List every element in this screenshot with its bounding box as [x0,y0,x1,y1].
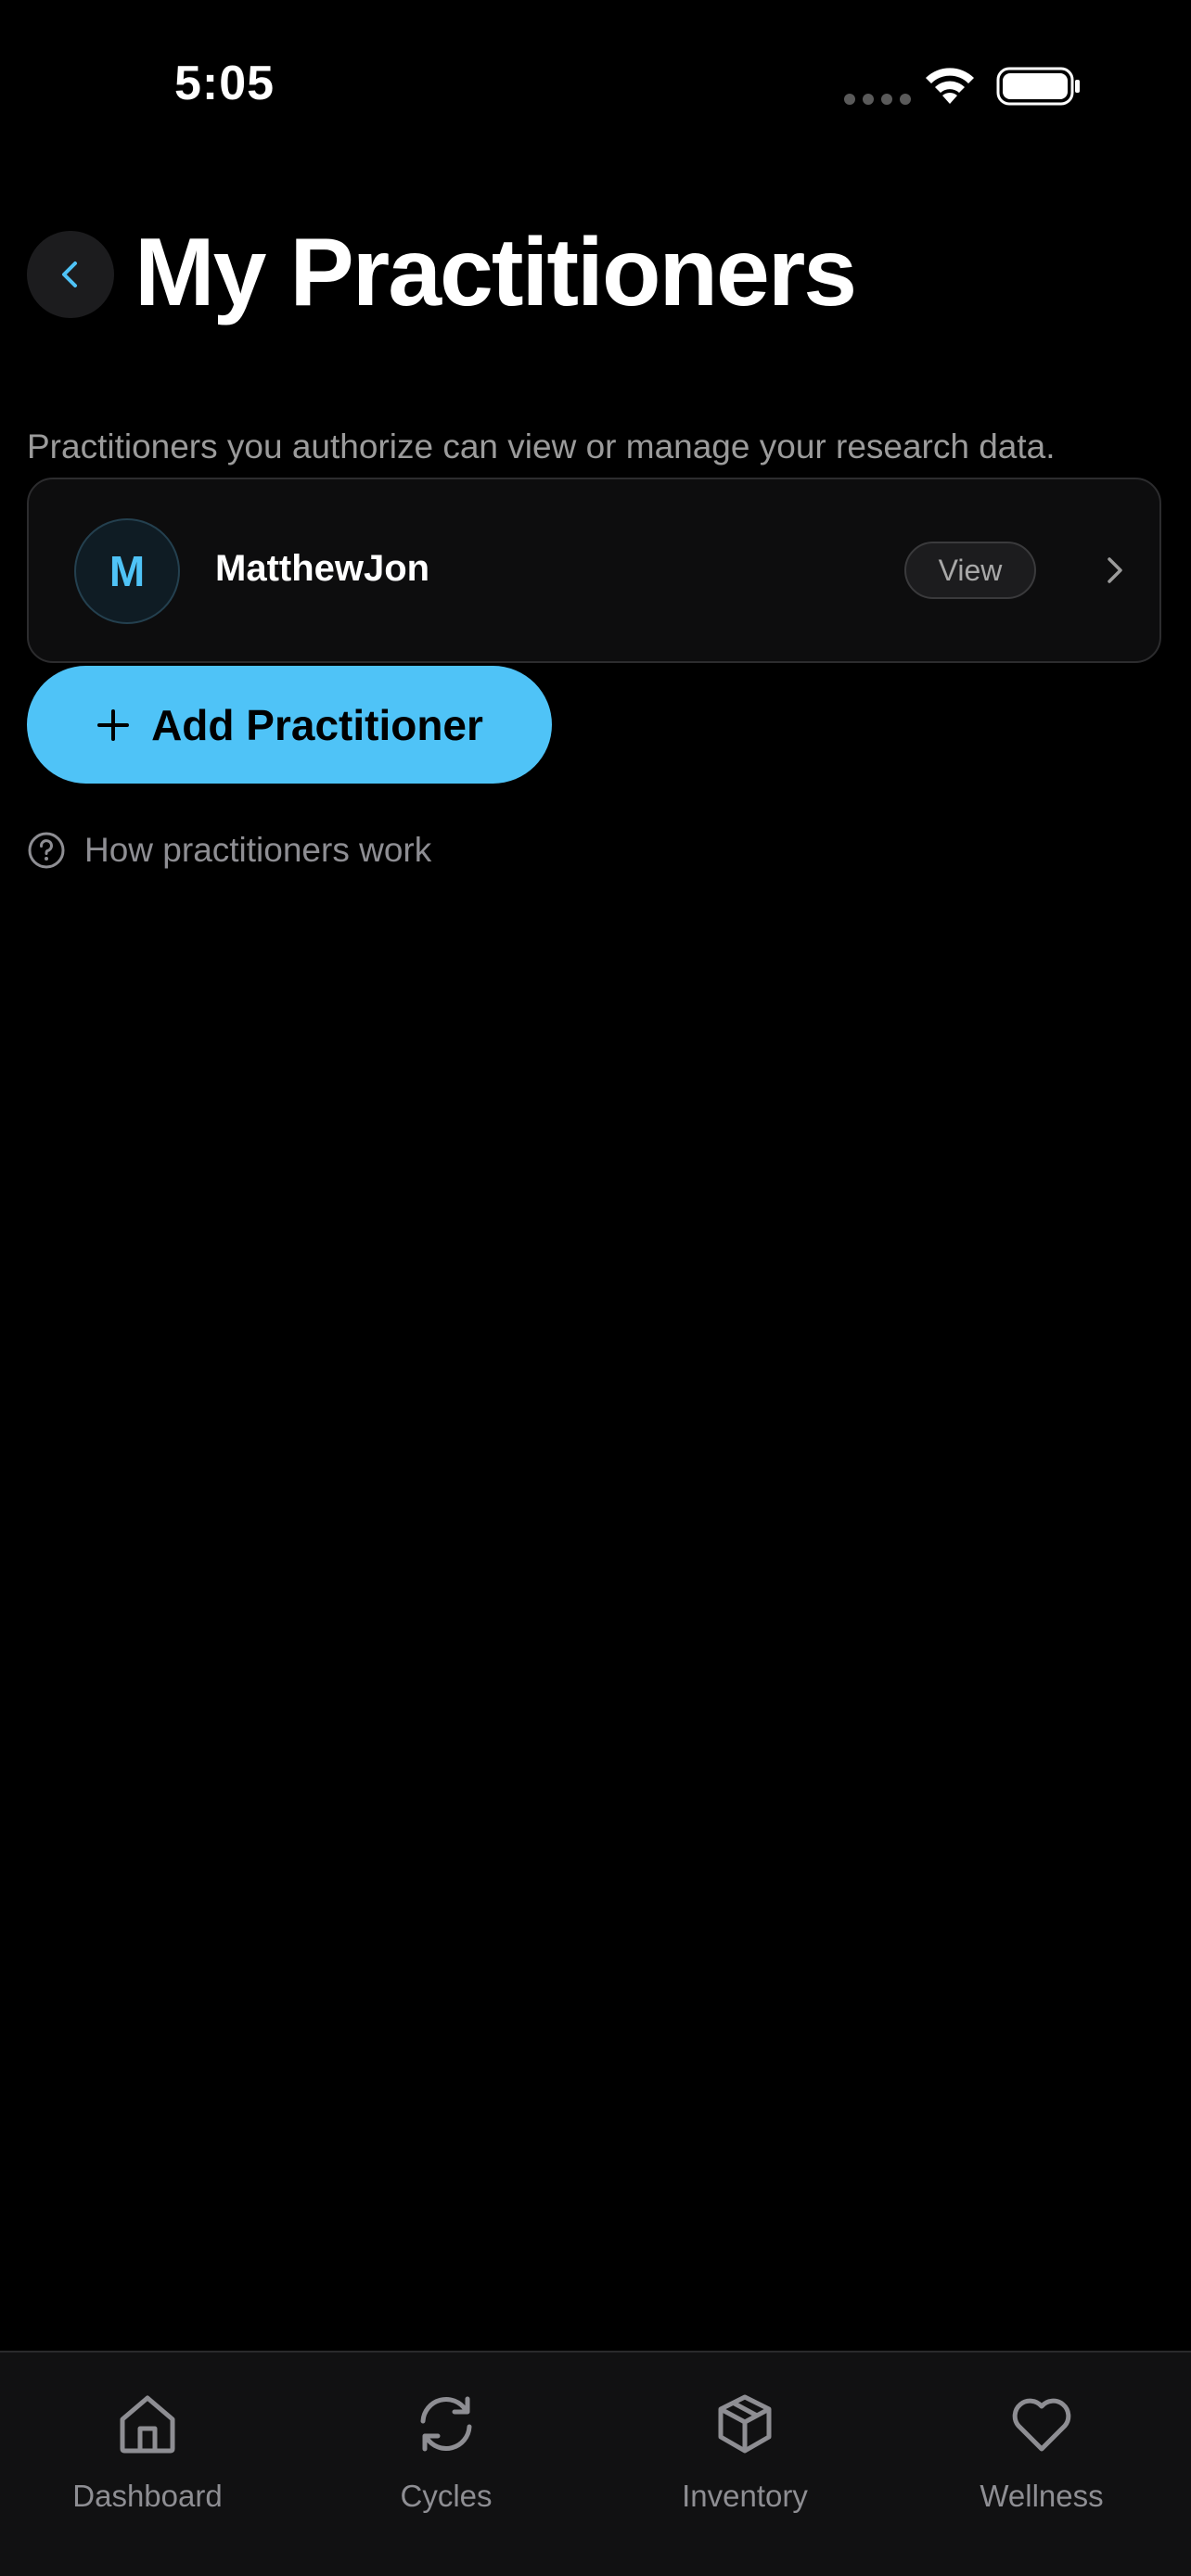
avatar: M [74,518,180,624]
battery-icon [996,67,1080,106]
practitioner-card[interactable]: M MatthewJon View [27,478,1161,663]
tab-label: Cycles [400,2479,493,2513]
tab-bar: Dashboard Cycles Inventory Wellness [0,2351,1191,2576]
home-icon [120,2395,175,2454]
tab-label: Wellness [980,2479,1104,2513]
back-button[interactable] [27,231,114,318]
tab-inventory[interactable]: Inventory [634,2390,856,2514]
tab-dashboard[interactable]: Dashboard [36,2390,259,2514]
practitioner-name: MatthewJon [215,548,430,589]
chevron-right-icon [1108,557,1122,583]
question-circle-icon [28,832,65,869]
view-badge[interactable]: View [904,542,1036,599]
cellular-signal-icon [844,94,911,105]
tab-cycles[interactable]: Cycles [335,2390,557,2514]
refresh-icon [420,2396,472,2452]
tab-label: Inventory [682,2479,808,2513]
tab-label: Dashboard [72,2479,223,2513]
page-description: Practitioners you authorize can view or … [27,427,1056,465]
wifi-icon [926,68,974,104]
chevron-left-icon [62,261,77,287]
how-practitioners-work-link[interactable]: How practitioners work [27,831,431,870]
status-time: 5:05 [174,57,275,110]
add-practitioner-label: Add Practitioner [151,700,483,749]
status-bar: 5:05 [0,0,1191,176]
heart-icon [1012,2398,1071,2452]
add-practitioner-button[interactable]: Add Practitioner [27,666,552,784]
page-title: My Practitioners [134,219,857,326]
help-link-label: How practitioners work [84,831,432,869]
tab-wellness[interactable]: Wellness [930,2390,1153,2514]
plus-icon [97,708,130,741]
box-icon [718,2394,772,2454]
